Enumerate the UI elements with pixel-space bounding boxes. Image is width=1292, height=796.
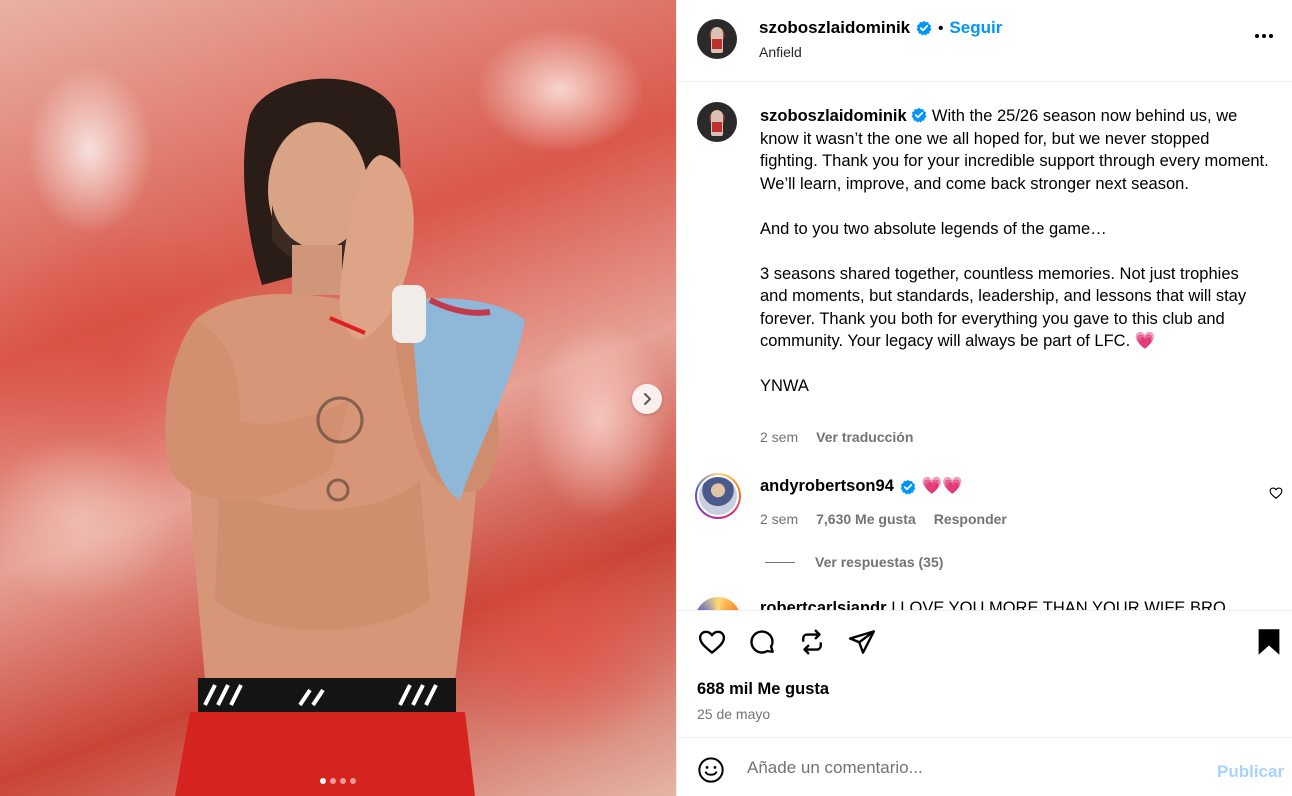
caption-meta: 2 sem Ver traducción: [760, 429, 913, 445]
comment-composer: Publicar: [677, 739, 1292, 796]
comment-meta: 2 sem 7,630 Me gusta Responder: [760, 511, 1007, 527]
comments-section[interactable]: szoboszlaidominik With the 25/26 season …: [677, 83, 1292, 610]
share-send-icon[interactable]: [847, 627, 877, 657]
post-caption: szoboszlaidominik With the 25/26 season …: [760, 105, 1270, 398]
caption-author-avatar[interactable]: [697, 102, 737, 142]
publish-button[interactable]: Publicar: [1217, 762, 1284, 782]
verified-badge-icon: [900, 479, 916, 495]
comment-text: I LOVE YOU MORE THAN YOUR WIFE BRO: [891, 599, 1226, 610]
verified-badge-icon: [916, 20, 932, 36]
carousel-dot: [320, 778, 326, 784]
comment-body: robertcarlsiandr I LOVE YOU MORE THAN YO…: [760, 599, 1226, 610]
pink-heart-emoji: 💗: [1134, 332, 1156, 350]
comment-body: andyrobertson94 💗💗: [760, 477, 963, 496]
carousel-dot: [340, 778, 346, 784]
comment-time[interactable]: 2 sem: [760, 511, 798, 527]
carousel-dot: [330, 778, 336, 784]
comment-username[interactable]: andyrobertson94: [760, 477, 894, 496]
chevron-right-icon: [644, 393, 651, 405]
author-avatar[interactable]: [697, 19, 737, 59]
post-side-panel: szoboszlaidominik • Seguir Anfield szobo…: [676, 0, 1292, 796]
author-line: szoboszlaidominik • Seguir: [759, 18, 1002, 38]
carousel-dot: [350, 778, 356, 784]
reply-button[interactable]: Responder: [934, 511, 1007, 527]
carousel-indicator: [0, 778, 676, 784]
post-date[interactable]: 25 de mayo: [697, 706, 770, 722]
translate-button[interactable]: Ver traducción: [816, 429, 913, 445]
emoji-smiley-icon[interactable]: [697, 756, 725, 784]
save-bookmark-icon[interactable]: [1255, 627, 1283, 657]
replies-divider: [765, 562, 795, 563]
verified-badge-icon: [911, 107, 927, 123]
caption-paragraph: And to you two absolute legends of the g…: [760, 219, 1107, 238]
post-photo: [165, 78, 525, 796]
caption-paragraph: 3 seasons shared together, countless mem…: [760, 264, 1247, 351]
post-actions: 688 mil Me gusta 25 de mayo: [677, 610, 1292, 738]
carousel-next-button[interactable]: [632, 384, 662, 414]
likes-count[interactable]: 688 mil Me gusta: [697, 680, 829, 699]
comment-likes-count[interactable]: 7,630 Me gusta: [816, 511, 916, 527]
post-media[interactable]: [0, 0, 676, 796]
comment-username[interactable]: robertcarlsiandr: [760, 599, 887, 610]
follow-button[interactable]: Seguir: [949, 18, 1002, 38]
commenter-avatar[interactable]: [695, 597, 741, 610]
caption-username[interactable]: szoboszlaidominik: [760, 107, 907, 125]
like-heart-icon[interactable]: [697, 627, 727, 657]
comment-text: 💗💗: [921, 477, 963, 495]
more-horizontal-icon: [1255, 34, 1259, 38]
caption-time[interactable]: 2 sem: [760, 429, 798, 445]
post-header: szoboszlaidominik • Seguir Anfield: [677, 0, 1292, 82]
commenter-avatar[interactable]: [695, 473, 741, 519]
view-replies-button[interactable]: Ver respuestas (35): [815, 554, 943, 570]
comment-like-heart-icon[interactable]: [1269, 486, 1283, 500]
more-options-button[interactable]: [1255, 34, 1277, 42]
repost-icon[interactable]: [797, 627, 827, 657]
comment-bubble-icon[interactable]: [747, 627, 777, 657]
post-location[interactable]: Anfield: [759, 44, 802, 60]
comment-input[interactable]: [747, 753, 1187, 783]
caption-paragraph: YNWA: [760, 377, 809, 395]
header-separator: •: [938, 19, 944, 37]
author-username[interactable]: szoboszlaidominik: [759, 18, 910, 38]
